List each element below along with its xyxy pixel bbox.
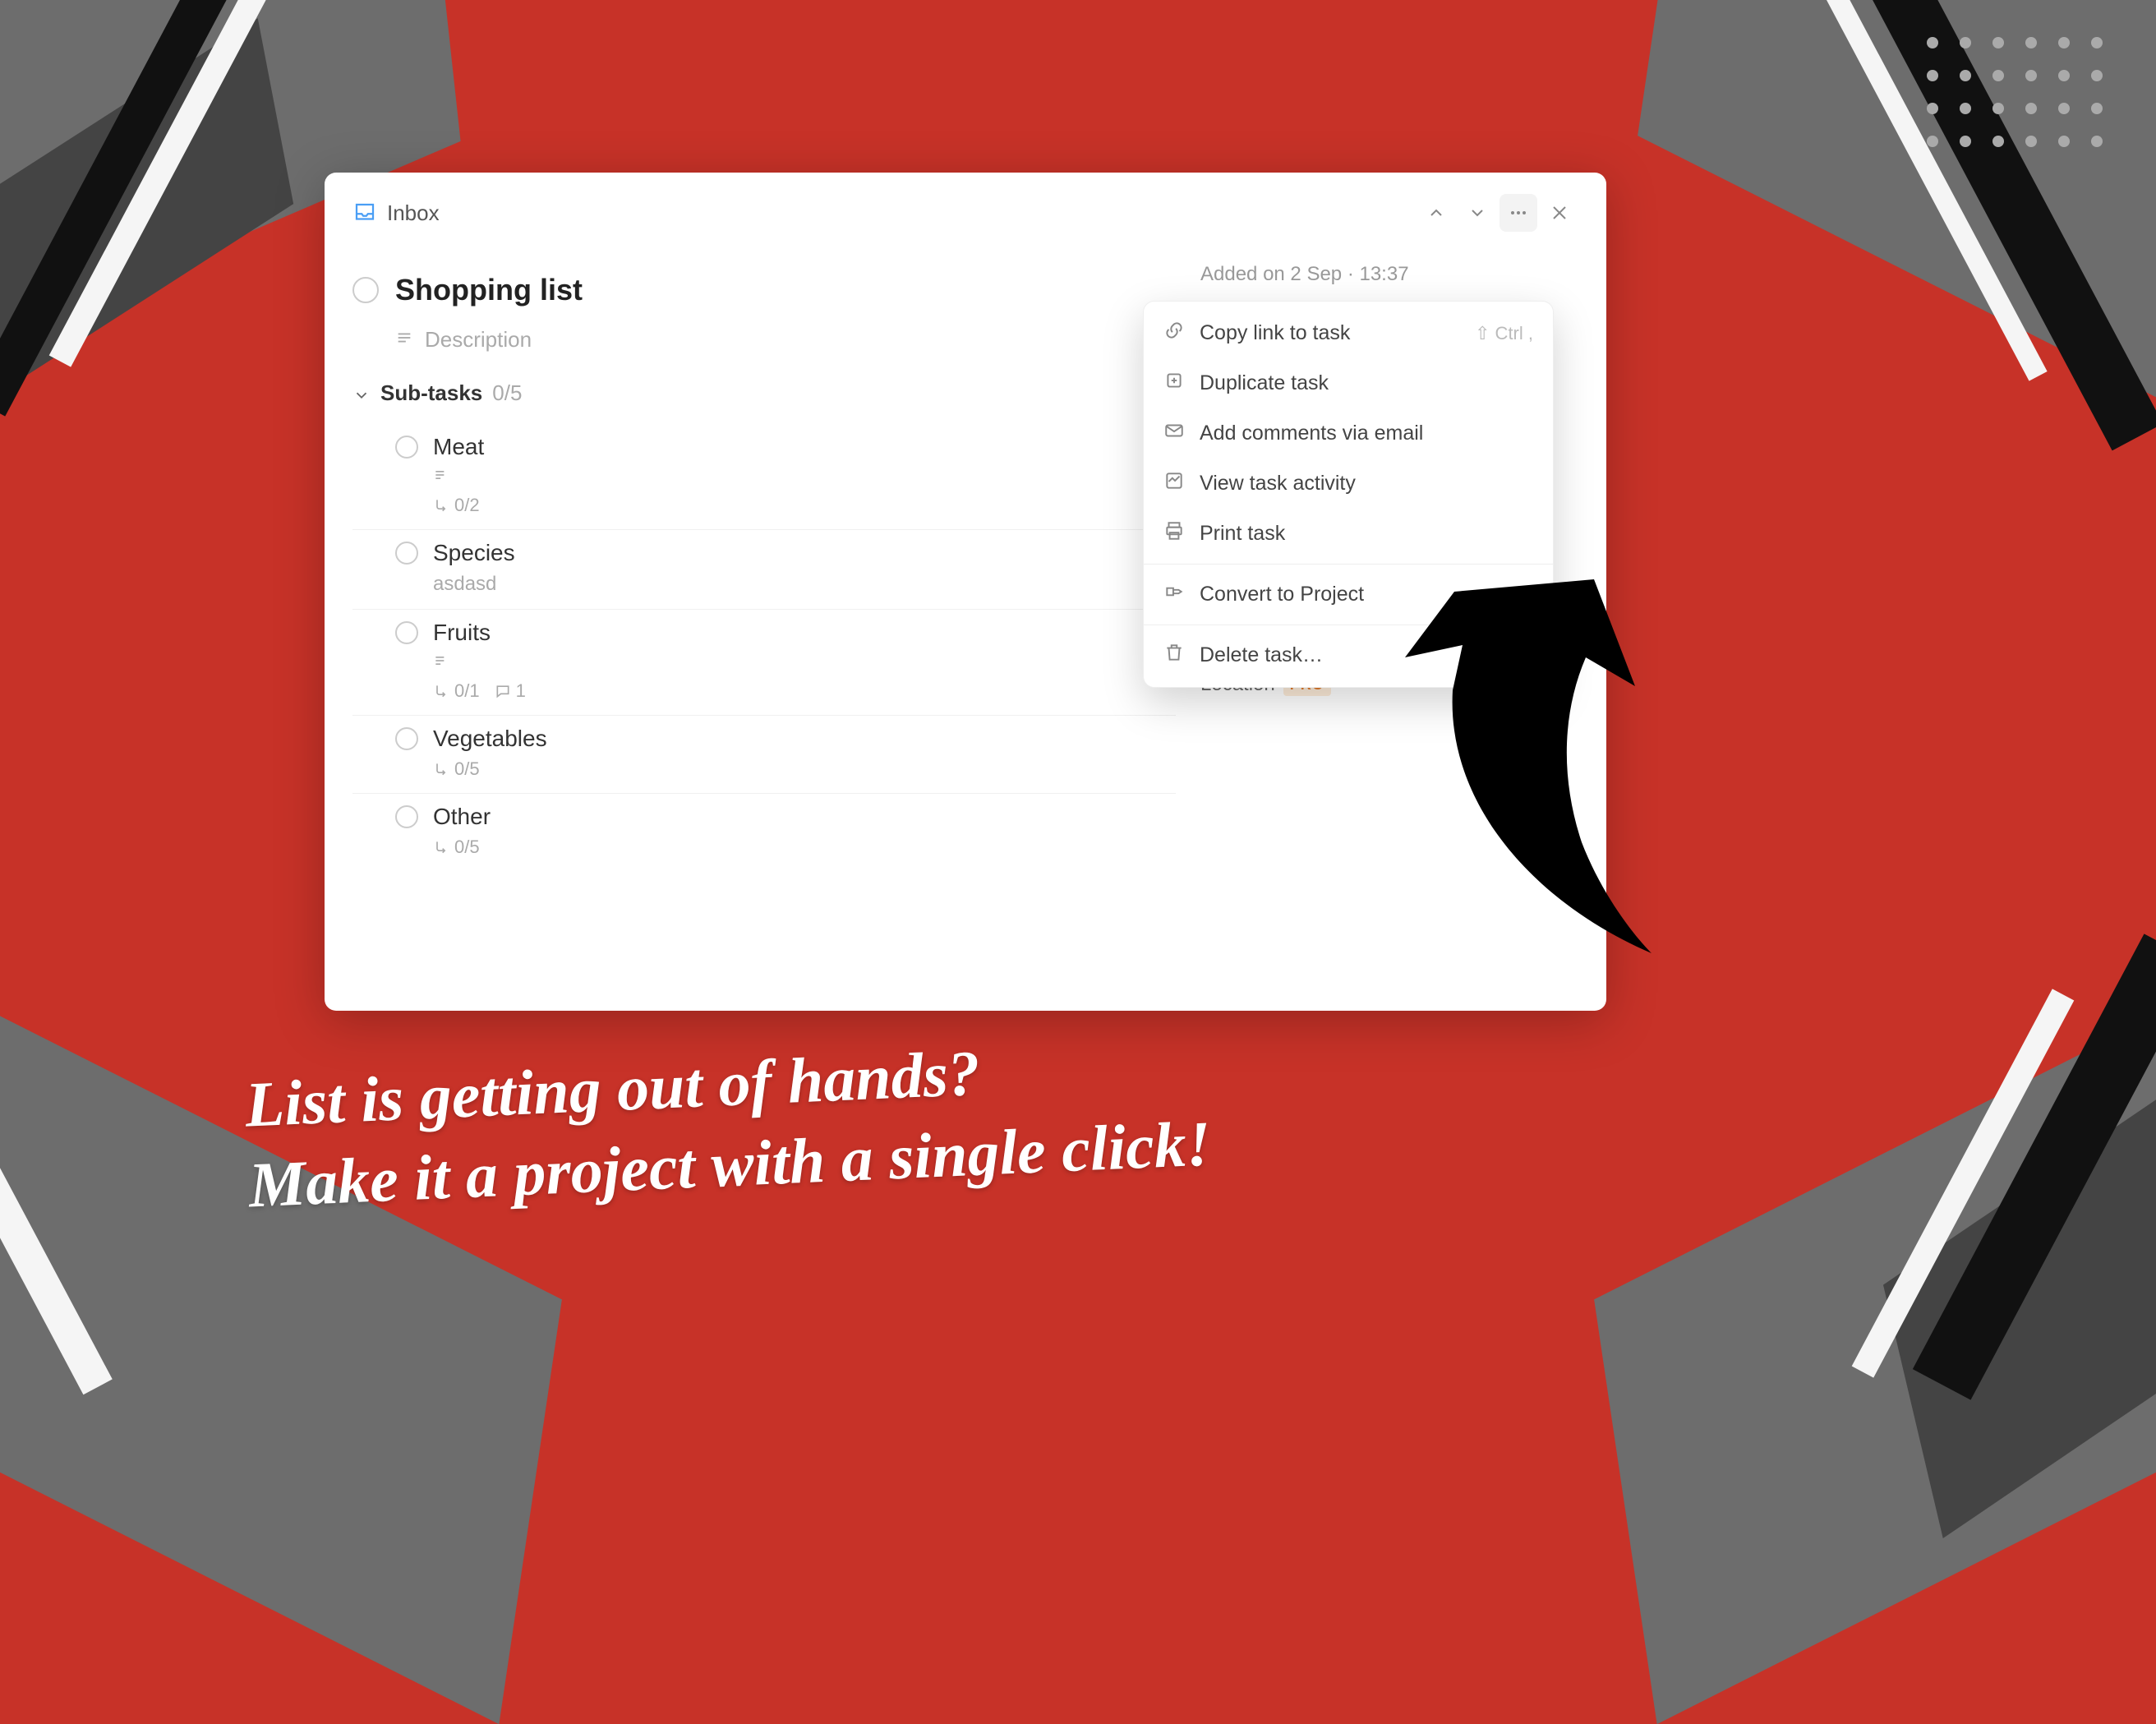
- duplicate-icon: [1163, 370, 1185, 397]
- menu-label: Print task: [1200, 522, 1285, 546]
- subtask-row[interactable]: Fruits 0/1 1: [352, 610, 1176, 716]
- trash-icon: [1163, 642, 1185, 669]
- keyboard-shortcut: ⇧ Ctrl ,: [1475, 323, 1533, 344]
- subtask-name: Other: [433, 804, 491, 830]
- subtask-row[interactable]: Other 0/5: [352, 794, 1176, 871]
- slide-caption: List is getting out of hands? Make it a …: [243, 1023, 1213, 1225]
- menu-label: Copy link to task: [1200, 321, 1350, 345]
- subtask-name: Meat: [433, 434, 484, 460]
- subtask-checkbox[interactable]: [395, 436, 418, 459]
- description-field[interactable]: Description: [352, 327, 1176, 353]
- menu-label: Add comments via email: [1200, 422, 1423, 445]
- subtask-checkbox[interactable]: [395, 621, 418, 644]
- menu-comments-email[interactable]: Add comments via email: [1144, 408, 1553, 459]
- convert-icon: [1163, 581, 1185, 608]
- link-icon: [1163, 320, 1185, 347]
- inbox-icon: [352, 201, 377, 225]
- comment-icon: 1: [495, 680, 526, 702]
- subtask-row[interactable]: Species asdasd: [352, 530, 1176, 610]
- activity-icon: [1163, 470, 1185, 497]
- subtask-note: asdasd: [395, 573, 1176, 596]
- subtasks-count: 0/5: [492, 380, 522, 406]
- subtask-count-icon: 0/5: [433, 758, 480, 780]
- description-icon: [433, 652, 449, 674]
- subtask-checkbox[interactable]: [395, 727, 418, 750]
- menu-print[interactable]: Print task: [1144, 509, 1553, 559]
- more-options-button[interactable]: [1500, 194, 1537, 232]
- subtask-count-icon: 0/1: [433, 680, 480, 702]
- subtask-name: Species: [433, 540, 515, 566]
- menu-label: Delete task…: [1200, 643, 1323, 667]
- subtask-count-icon: 0/2: [433, 495, 480, 516]
- description-placeholder: Description: [425, 327, 532, 353]
- description-icon: [395, 327, 413, 353]
- decorative-dots: [1927, 37, 2103, 147]
- print-icon: [1163, 520, 1185, 547]
- subtasks-label: Sub-tasks: [380, 380, 482, 406]
- menu-label: Convert to Project: [1200, 583, 1364, 606]
- subtask-checkbox[interactable]: [395, 542, 418, 565]
- menu-activity[interactable]: View task activity: [1144, 459, 1553, 509]
- task-title[interactable]: Shopping list: [395, 273, 583, 307]
- menu-label: View task activity: [1200, 472, 1356, 496]
- modal-header: Inbox: [325, 173, 1606, 243]
- complete-task-checkbox[interactable]: [352, 277, 379, 303]
- subtask-row[interactable]: Vegetables 0/5: [352, 716, 1176, 794]
- prev-task-button[interactable]: [1417, 194, 1455, 232]
- breadcrumb[interactable]: Inbox: [387, 201, 440, 226]
- menu-label: Duplicate task: [1200, 371, 1329, 395]
- menu-copy-link[interactable]: Copy link to task ⇧ Ctrl ,: [1144, 308, 1553, 358]
- subtask-name: Fruits: [433, 620, 491, 646]
- menu-duplicate[interactable]: Duplicate task: [1144, 358, 1553, 408]
- arrow-annotation: [1389, 559, 1701, 986]
- added-date: Added on 2 Sep · 13:37: [1200, 263, 1578, 286]
- subtasks-header[interactable]: Sub-tasks 0/5: [352, 380, 1176, 406]
- mail-icon: [1163, 420, 1185, 447]
- close-button[interactable]: [1541, 194, 1578, 232]
- next-task-button[interactable]: [1458, 194, 1496, 232]
- chevron-down-icon: [352, 385, 371, 403]
- subtask-checkbox[interactable]: [395, 805, 418, 828]
- subtask-name: Vegetables: [433, 726, 547, 752]
- subtask-row[interactable]: Meat 0/2: [352, 424, 1176, 530]
- description-icon: [433, 467, 449, 488]
- subtask-count-icon: 0/5: [433, 837, 480, 858]
